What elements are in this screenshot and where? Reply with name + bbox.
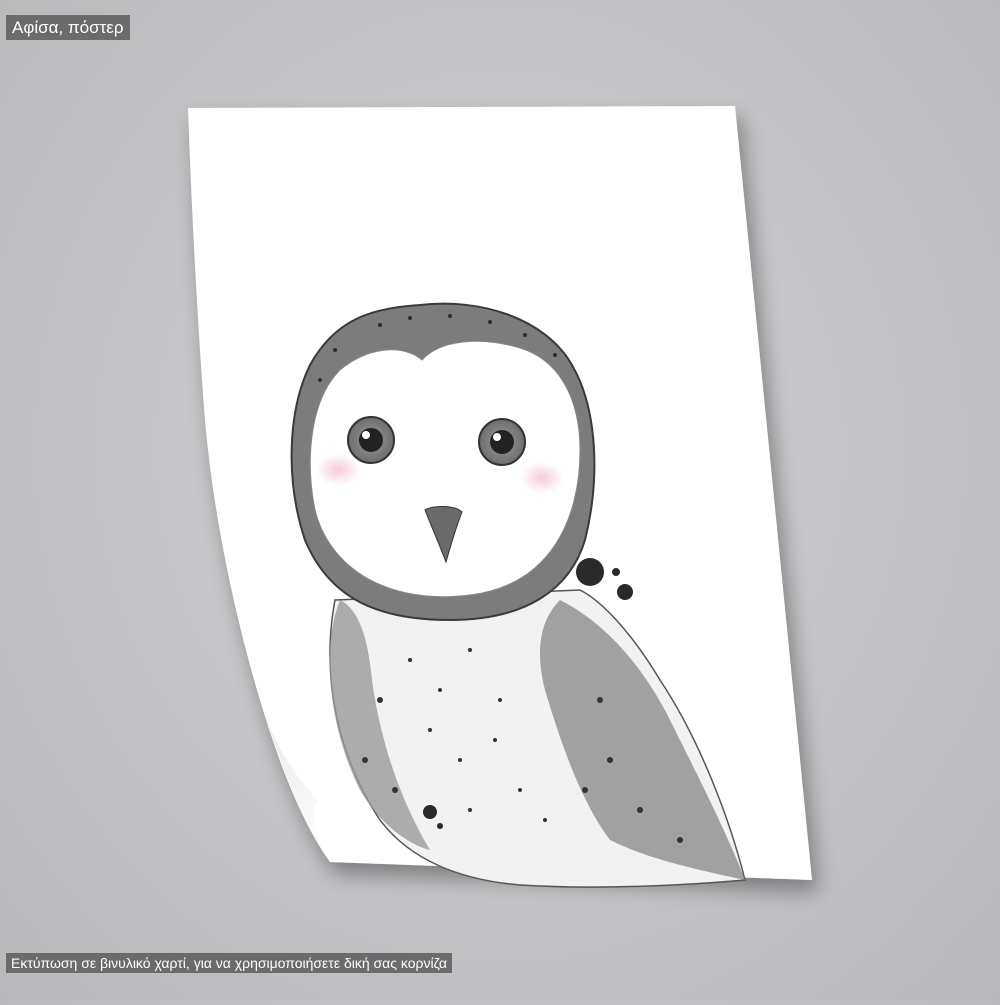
owl-left-eye <box>347 416 395 464</box>
print-info-caption: Εκτύπωση σε βινυλικό χαρτί, για να χρησι… <box>6 953 452 973</box>
poster-mockup <box>0 0 1000 1000</box>
owl-right-eye <box>478 418 526 466</box>
poster-svg <box>188 106 812 888</box>
